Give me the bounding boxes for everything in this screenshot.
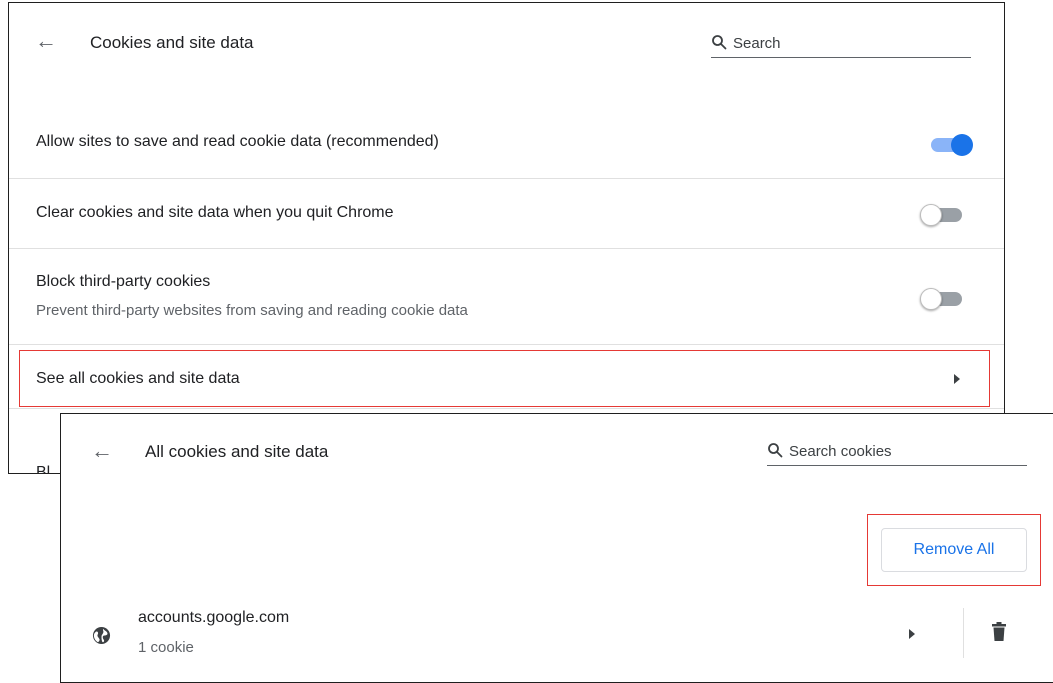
site-cookie-count: 1 cookie [138, 639, 194, 656]
setting-row-allow-cookies[interactable]: Allow sites to save and read cookie data… [9, 108, 1004, 178]
toggle-knob [920, 204, 942, 226]
clear-on-quit-toggle[interactable] [920, 203, 966, 226]
setting-label: Allow sites to save and read cookie data… [36, 133, 439, 150]
toggle-knob [920, 288, 942, 310]
toggle-knob [951, 134, 973, 156]
highlight-box [867, 514, 1041, 586]
search-icon [768, 443, 783, 458]
setting-sublabel: Prevent third-party websites from saving… [36, 302, 468, 319]
search-icon [712, 35, 727, 50]
divider [963, 608, 964, 658]
back-arrow-icon[interactable]: ← [35, 30, 57, 52]
setting-label: Clear cookies and site data when you qui… [36, 204, 394, 221]
all-cookies-panel: ← All cookies and site data Remove All a… [60, 413, 1053, 683]
allow-cookies-toggle[interactable] [927, 133, 973, 156]
cookie-site-row[interactable]: accounts.google.com 1 cookie [61, 602, 1053, 682]
setting-label: Block third-party cookies [36, 273, 211, 290]
trash-icon[interactable] [991, 622, 1007, 642]
setting-label: Bl [36, 464, 51, 474]
search-cookies-input[interactable] [789, 439, 989, 463]
globe-icon [92, 626, 111, 645]
chevron-right-icon[interactable] [909, 629, 915, 639]
block-third-party-toggle[interactable] [920, 287, 966, 310]
setting-row-block-third-party[interactable]: Block third-party cookies Prevent third-… [9, 248, 1004, 345]
site-domain: accounts.google.com [138, 609, 290, 626]
search-input[interactable] [733, 31, 933, 55]
setting-row-clear-on-quit[interactable]: Clear cookies and site data when you qui… [9, 178, 1004, 249]
search-field[interactable] [711, 31, 971, 58]
back-arrow-icon[interactable]: ← [91, 440, 113, 462]
page-title: All cookies and site data [145, 442, 329, 461]
cookies-settings-panel: ← Cookies and site data Allow sites to s… [8, 2, 1005, 474]
page-title: Cookies and site data [90, 33, 254, 52]
search-cookies-field[interactable] [767, 439, 1027, 466]
highlight-box [19, 350, 990, 407]
